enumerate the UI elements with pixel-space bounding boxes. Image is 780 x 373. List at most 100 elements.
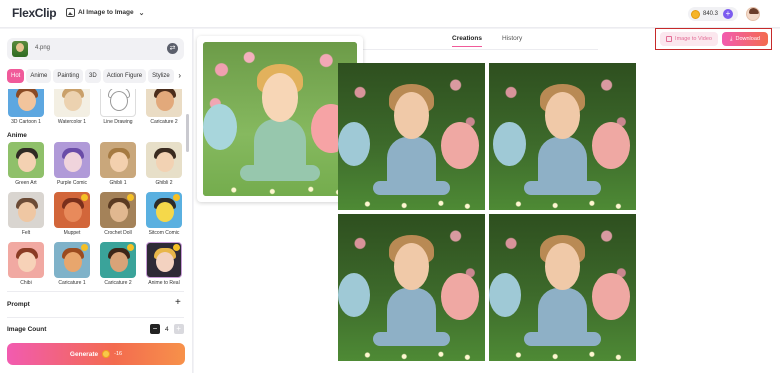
- style-card-felt[interactable]: Felt: [7, 192, 45, 236]
- style-card-chibi[interactable]: Chibi: [7, 242, 45, 286]
- premium-crown-icon: [127, 194, 134, 201]
- replace-image-icon[interactable]: ⇄: [167, 43, 178, 54]
- image-count-label: Image Count: [7, 326, 47, 333]
- tab-history[interactable]: History: [502, 35, 522, 42]
- style-card-purple-comic[interactable]: Purple Comic: [53, 142, 91, 186]
- tab-hot[interactable]: Hot: [7, 69, 25, 83]
- tab-painting[interactable]: Painting: [53, 69, 84, 83]
- style-label: Felt: [21, 230, 31, 236]
- style-card-anime-to-real[interactable]: Anime to Real: [145, 242, 183, 286]
- style-label: Caricature 1: [58, 280, 86, 286]
- style-card-sitcom-comic[interactable]: Sitcom Comic: [145, 192, 183, 236]
- style-label: Ghibli 1: [109, 180, 127, 186]
- style-label: Chibi: [20, 280, 32, 286]
- add-prompt-icon[interactable]: +: [175, 297, 181, 308]
- style-label: Line Drawing: [103, 119, 133, 125]
- divider: [7, 317, 184, 318]
- result-image[interactable]: [338, 63, 485, 210]
- uploaded-file[interactable]: 4.png ⇄: [7, 38, 184, 60]
- style-thumbnail: [146, 142, 182, 178]
- style-label: Green Art: [15, 180, 37, 186]
- premium-crown-icon: [127, 244, 134, 251]
- style-label: Purple Comic: [56, 180, 87, 186]
- style-label: Caricature 2: [150, 119, 178, 125]
- generate-cost: -16: [114, 351, 123, 357]
- style-card-line-drawing[interactable]: Line Drawing: [99, 89, 137, 125]
- style-thumbnail: [54, 142, 90, 178]
- premium-crown-icon: [173, 244, 180, 251]
- result-image[interactable]: [338, 214, 485, 361]
- add-credits-icon[interactable]: +: [723, 9, 734, 19]
- style-card-watercolor-1[interactable]: Watercolor 1: [53, 89, 91, 125]
- download-icon: ⤓: [730, 35, 733, 42]
- avatar[interactable]: [746, 7, 760, 21]
- file-name: 4.png: [35, 45, 51, 51]
- style-card-caricature-2-top[interactable]: Caricature 2: [145, 89, 183, 125]
- style-tabs: Hot Anime Painting 3D Action Figure Styl…: [7, 69, 189, 83]
- tab-action-figure[interactable]: Action Figure: [102, 69, 147, 83]
- credits-value: 840.3: [703, 11, 719, 17]
- generate-button[interactable]: Generate -16: [7, 343, 185, 365]
- source-image: [203, 42, 357, 196]
- image-count-value: 4: [165, 325, 169, 333]
- style-label: Crochet Doll: [104, 230, 132, 236]
- result-tabs: Creations History: [452, 35, 522, 47]
- divider: [338, 49, 598, 50]
- style-label: Watercolor 1: [57, 119, 87, 125]
- image-count-stepper: − 4 +: [150, 324, 184, 334]
- style-thumbnail: [8, 89, 44, 117]
- image-icon: [66, 8, 75, 17]
- video-icon: [666, 36, 673, 42]
- style-thumbnail: [146, 89, 182, 117]
- style-thumbnail: [8, 242, 44, 278]
- result-image[interactable]: [489, 214, 636, 361]
- tab-creations[interactable]: Creations: [452, 35, 482, 47]
- tab-anime[interactable]: Anime: [26, 69, 52, 83]
- generate-label: Generate: [69, 350, 99, 358]
- download-button[interactable]: ⤓ Download: [722, 32, 768, 46]
- style-label: Anime to Real: [148, 280, 180, 286]
- style-label: 3D Cartoon 1: [11, 119, 41, 125]
- style-card-muppet[interactable]: Muppet: [53, 192, 91, 236]
- style-label: Caricature 2: [104, 280, 132, 286]
- style-card-caricature-1[interactable]: Caricature 1: [53, 242, 91, 286]
- style-thumbnail: [8, 192, 44, 228]
- tab-stylize[interactable]: Stylize: [148, 69, 174, 83]
- style-card-crochet-doll[interactable]: Crochet Doll: [99, 192, 137, 236]
- style-card-green-art[interactable]: Green Art: [7, 142, 45, 186]
- increase-count-button[interactable]: +: [173, 324, 184, 334]
- style-card-caricature-2[interactable]: Caricature 2: [99, 242, 137, 286]
- style-card-3d-cartoon-1[interactable]: 3D Cartoon 1: [7, 89, 45, 125]
- premium-crown-icon: [173, 194, 180, 201]
- sidebar-scrollbar[interactable]: [186, 114, 189, 152]
- top-bar: FlexClip AI Image to Image ⌄ 840.3 +: [0, 0, 780, 28]
- file-thumbnail: [12, 41, 28, 57]
- style-thumbnail: [54, 89, 90, 117]
- style-thumbnail: [100, 89, 136, 117]
- style-label: Sitcom Comic: [148, 230, 180, 236]
- style-card-ghibli-1[interactable]: Ghibli 1: [99, 142, 137, 186]
- style-label: Muppet: [63, 230, 81, 236]
- chevron-right-icon[interactable]: ›: [176, 69, 184, 83]
- mode-selector[interactable]: AI Image to Image ⌄: [66, 8, 145, 17]
- image-to-video-label: Image to Video: [675, 36, 712, 42]
- image-to-video-button[interactable]: Image to Video: [660, 32, 718, 46]
- premium-crown-icon: [81, 194, 88, 201]
- coin-icon: [102, 350, 111, 358]
- style-thumbnail: [8, 142, 44, 178]
- style-label: Ghibli 2: [155, 180, 173, 186]
- style-thumbnail: [100, 142, 136, 178]
- app-logo[interactable]: FlexClip: [12, 6, 57, 20]
- result-image[interactable]: [489, 63, 636, 210]
- sidebar: 4.png ⇄ Hot Anime Painting 3D Action Fig…: [0, 29, 193, 373]
- prompt-label: Prompt: [7, 301, 30, 308]
- tab-3d[interactable]: 3D: [85, 69, 101, 83]
- style-thumbnail: [54, 192, 90, 228]
- coin-icon: [691, 9, 700, 19]
- download-label: Download: [735, 36, 760, 42]
- decrease-count-button[interactable]: −: [150, 324, 160, 334]
- style-grid: 3D Cartoon 1 Watercolor 1 Line Drawing C…: [7, 89, 187, 287]
- style-card-ghibli-2[interactable]: Ghibli 2: [145, 142, 183, 186]
- style-thumbnail: [146, 192, 182, 228]
- credits-badge[interactable]: 840.3 +: [688, 7, 738, 21]
